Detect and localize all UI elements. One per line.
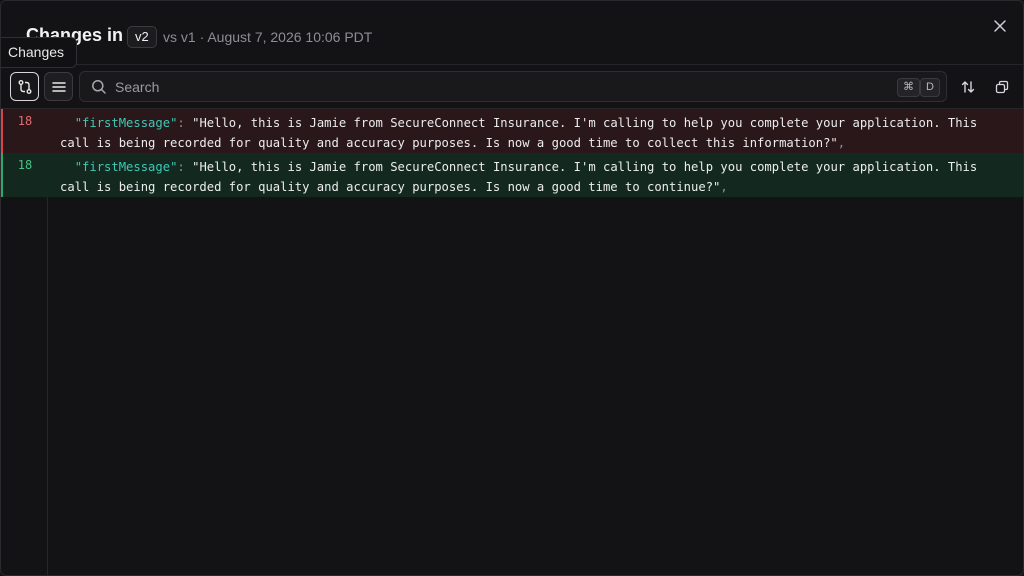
version-diff-modal: Changes in v2 vs v1 · August 7, 2026 10:…: [0, 0, 1024, 576]
full-view-button[interactable]: [44, 72, 73, 101]
line-number: 18: [17, 158, 33, 172]
close-button[interactable]: [989, 15, 1011, 37]
code-line: "firstMessage": "Hello, this is Jamie fr…: [60, 113, 1010, 153]
compare-subtitle: vs v1 · August 7, 2026 10:06 PDT: [163, 29, 373, 45]
code-line: "firstMessage": "Hello, this is Jamie fr…: [60, 157, 1010, 197]
changes-view-button[interactable]: [10, 72, 39, 101]
diff-view: 18 "firstMessage": "Hello, this is Jamie…: [1, 109, 1023, 575]
arrow-up-down-icon: [961, 81, 975, 93]
copy-button[interactable]: [990, 75, 1014, 99]
json-colon: :: [177, 116, 193, 130]
json-colon: :: [177, 160, 193, 174]
changes-tooltip: Changes: [1, 37, 78, 68]
git-compare-icon: [18, 79, 31, 94]
json-key: "firstMessage": [74, 116, 178, 130]
sort-button[interactable]: [956, 75, 980, 99]
diff-line-removed: 18 "firstMessage": "Hello, this is Jamie…: [1, 109, 1023, 153]
diff-line-added: 18 "firstMessage": "Hello, this is Jamie…: [1, 153, 1023, 197]
json-comma: ,: [837, 136, 846, 150]
json-comma: ,: [720, 180, 728, 194]
json-value: "Hello, this is Jamie from SecureConnect…: [60, 160, 985, 194]
close-icon: [994, 20, 1006, 32]
line-number: 18: [17, 114, 33, 128]
search-icon: [92, 80, 106, 94]
copy-icon: [995, 80, 1009, 94]
shortcut-key-d: D: [920, 78, 940, 97]
search-box: ⌘ D: [79, 71, 947, 102]
search-input[interactable]: [115, 72, 875, 101]
version-badge: v2: [127, 26, 157, 48]
modal-header: Changes in v2 vs v1 · August 7, 2026 10:…: [1, 1, 1023, 65]
json-key: "firstMessage": [74, 160, 178, 174]
shortcut-key-cmd: ⌘: [897, 78, 920, 97]
json-value: "Hello, this is Jamie from SecureConnect…: [60, 116, 985, 150]
list-icon: [51, 81, 66, 92]
diff-toolbar: ⌘ D: [1, 65, 1023, 109]
